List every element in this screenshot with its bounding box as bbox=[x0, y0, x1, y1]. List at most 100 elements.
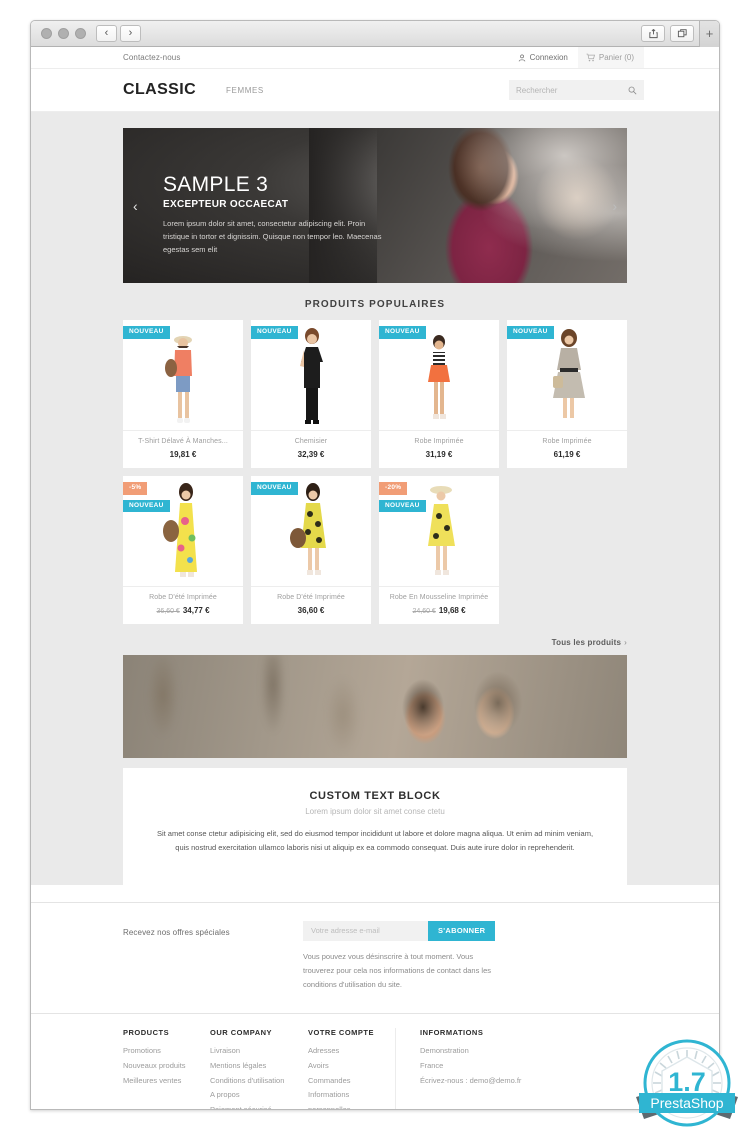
banner-background-blur bbox=[123, 655, 383, 758]
nav-item-femmes[interactable]: FEMMES bbox=[226, 86, 264, 95]
product-image[interactable]: NOUVEAU bbox=[507, 320, 627, 430]
hero-subtitle: EXCEPTEUR OCCAECAT bbox=[163, 199, 289, 211]
all-products-link[interactable]: Tous les produits › bbox=[123, 638, 627, 647]
share-icon[interactable] bbox=[641, 25, 665, 42]
site-footer: PRODUCTS Promotions Nouveaux produits Me… bbox=[31, 1013, 719, 1109]
product-image[interactable]: NOUVEAU bbox=[251, 476, 371, 586]
product-meta: T-Shirt Délavé À Manches... 19,81 € bbox=[123, 430, 243, 468]
product-name[interactable]: T-Shirt Délavé À Manches... bbox=[127, 438, 239, 445]
window-controls[interactable] bbox=[41, 28, 86, 39]
product-name[interactable]: Robe Imprimée bbox=[511, 438, 623, 445]
login-button[interactable]: Connexion bbox=[508, 53, 578, 62]
product-badges: NOUVEAU bbox=[251, 326, 298, 339]
contact-link[interactable]: Contactez-nous bbox=[123, 53, 180, 62]
product-card[interactable]: -20% NOUVEAU Robe En Mousseline Imprimée… bbox=[379, 476, 499, 624]
product-price: 31,19 € bbox=[425, 450, 453, 459]
browser-titlebar: ‹ › + bbox=[31, 21, 719, 47]
badge-new: NOUVEAU bbox=[507, 326, 554, 339]
cart-button[interactable]: Panier (0) bbox=[577, 47, 644, 68]
product-image[interactable]: -20% NOUVEAU bbox=[379, 476, 499, 586]
product-name[interactable]: Robe Imprimée bbox=[383, 438, 495, 445]
product-name[interactable]: Robe D'été Imprimée bbox=[127, 594, 239, 601]
footer-link[interactable]: Meilleures ventes bbox=[123, 1074, 196, 1089]
search-box[interactable] bbox=[509, 80, 644, 100]
site-topbar: Contactez-nous Connexion Panier (0) bbox=[31, 47, 719, 69]
back-button[interactable]: ‹ bbox=[96, 25, 117, 42]
prestashop-name-text: PrestaShop bbox=[650, 1095, 723, 1111]
footer-info-email[interactable]: Écrivez-nous : demo@demo.fr bbox=[420, 1074, 521, 1089]
zoom-window-button[interactable] bbox=[75, 28, 86, 39]
product-name[interactable]: Chemisier bbox=[255, 438, 367, 445]
newsletter-section: Recevez nos offres spéciales S'ABONNER V… bbox=[31, 901, 719, 1014]
prestashop-version-text: 1.7 bbox=[668, 1067, 706, 1097]
footer-link[interactable]: Adresses bbox=[308, 1044, 381, 1059]
product-price: 61,19 € bbox=[553, 450, 581, 459]
footer-columns: PRODUCTS Promotions Nouveaux produits Me… bbox=[123, 1028, 627, 1109]
product-image[interactable]: NOUVEAU bbox=[379, 320, 499, 430]
footer-info-country: France bbox=[420, 1061, 444, 1070]
footer-link[interactable]: A propos bbox=[210, 1088, 294, 1103]
product-name[interactable]: Robe En Mousseline Imprimée bbox=[383, 594, 495, 601]
site-body: SAMPLE 3 EXCEPTEUR OCCAECAT Lorem ipsum … bbox=[31, 112, 719, 885]
footer-column-our-company: OUR COMPANY Livraison Mentions légales C… bbox=[210, 1028, 308, 1109]
product-card[interactable]: NOUVEAU bbox=[379, 320, 499, 468]
footer-link[interactable]: Avoirs bbox=[308, 1059, 381, 1074]
badge-discount: -5% bbox=[123, 482, 148, 495]
product-name[interactable]: Robe D'été Imprimée bbox=[255, 594, 367, 601]
footer-link[interactable]: Nouveaux produits bbox=[123, 1059, 196, 1074]
footer-link[interactable]: Conditions d'utilisation bbox=[210, 1074, 294, 1089]
badge-new: NOUVEAU bbox=[379, 499, 426, 512]
site-viewport: Contactez-nous Connexion Panier (0) CLAS… bbox=[31, 47, 719, 1109]
custom-text-body: Sit amet conse ctetur adipisicing elit, … bbox=[156, 829, 594, 852]
product-card[interactable]: -5% NOUVEAU Robe D'été Imprimée 36,60 € … bbox=[123, 476, 243, 624]
footer-column-title: VOTRE COMPTE bbox=[308, 1028, 375, 1038]
footer-link[interactable]: Paiement sécurisé bbox=[210, 1103, 294, 1109]
product-card[interactable]: NOUVEAU bbox=[251, 476, 371, 624]
topbar-right: Connexion Panier (0) bbox=[508, 47, 719, 68]
hero-next-arrow[interactable]: › bbox=[612, 198, 617, 214]
footer-link[interactable]: Informations personnelles bbox=[308, 1088, 381, 1109]
footer-link[interactable]: Livraison bbox=[210, 1044, 294, 1059]
promo-banner[interactable] bbox=[123, 655, 627, 758]
user-icon bbox=[518, 54, 526, 62]
badge-new: NOUVEAU bbox=[379, 326, 426, 339]
footer-link-list: Promotions Nouveaux produits Meilleures … bbox=[123, 1044, 196, 1088]
product-badges: -20% NOUVEAU bbox=[379, 482, 426, 512]
site-logo[interactable]: CLASSIC bbox=[123, 81, 196, 99]
product-grid: NOUVEAU T-Shirt Délavé À Manches... 19,8… bbox=[123, 320, 627, 624]
newsletter-note: Vous pouvez vous désinscrire à tout mome… bbox=[303, 951, 492, 989]
product-card[interactable]: NOUVEAU bbox=[507, 320, 627, 468]
footer-link[interactable]: Mentions légales bbox=[210, 1059, 294, 1074]
footer-info-list: Demonstration France Écrivez-nous : demo… bbox=[420, 1044, 521, 1088]
product-image[interactable]: NOUVEAU bbox=[123, 320, 243, 430]
chevron-right-icon: › bbox=[624, 638, 627, 647]
site-header: CLASSIC FEMMES bbox=[31, 69, 719, 112]
hero-copy: SAMPLE 3 EXCEPTEUR OCCAECAT Lorem ipsum … bbox=[163, 173, 393, 256]
newsletter-email-input[interactable] bbox=[303, 920, 428, 941]
forward-button[interactable]: › bbox=[120, 25, 141, 42]
new-tab-button[interactable]: + bbox=[699, 21, 719, 47]
minimize-window-button[interactable] bbox=[58, 28, 69, 39]
hero-slider[interactable]: SAMPLE 3 EXCEPTEUR OCCAECAT Lorem ipsum … bbox=[123, 128, 627, 283]
badge-new: NOUVEAU bbox=[251, 326, 298, 339]
product-old-price: 36,60 € bbox=[156, 608, 180, 615]
newsletter-subscribe-button[interactable]: S'ABONNER bbox=[428, 920, 496, 941]
cart-label: Panier (0) bbox=[598, 53, 634, 62]
close-window-button[interactable] bbox=[41, 28, 52, 39]
search-input[interactable] bbox=[516, 85, 628, 95]
footer-link[interactable]: Promotions bbox=[123, 1044, 196, 1059]
nav-buttons[interactable]: ‹ › bbox=[96, 25, 141, 42]
badge-discount: -20% bbox=[379, 482, 408, 495]
product-badges: -5% NOUVEAU bbox=[123, 482, 170, 512]
prestashop-version-badge: 1.7 PrestaShop bbox=[636, 1039, 738, 1127]
footer-column-products: PRODUCTS Promotions Nouveaux produits Me… bbox=[123, 1028, 210, 1109]
search-icon[interactable] bbox=[628, 86, 637, 95]
product-image[interactable]: NOUVEAU bbox=[251, 320, 371, 430]
product-card[interactable]: NOUVEAU bbox=[251, 320, 371, 468]
product-image[interactable]: -5% NOUVEAU bbox=[123, 476, 243, 586]
product-meta: Robe D'été Imprimée 36,60 € bbox=[251, 586, 371, 624]
product-card[interactable]: NOUVEAU bbox=[123, 320, 243, 468]
tabs-icon[interactable] bbox=[670, 25, 694, 42]
footer-link[interactable]: Commandes bbox=[308, 1074, 381, 1089]
hero-prev-arrow[interactable]: ‹ bbox=[133, 198, 138, 214]
